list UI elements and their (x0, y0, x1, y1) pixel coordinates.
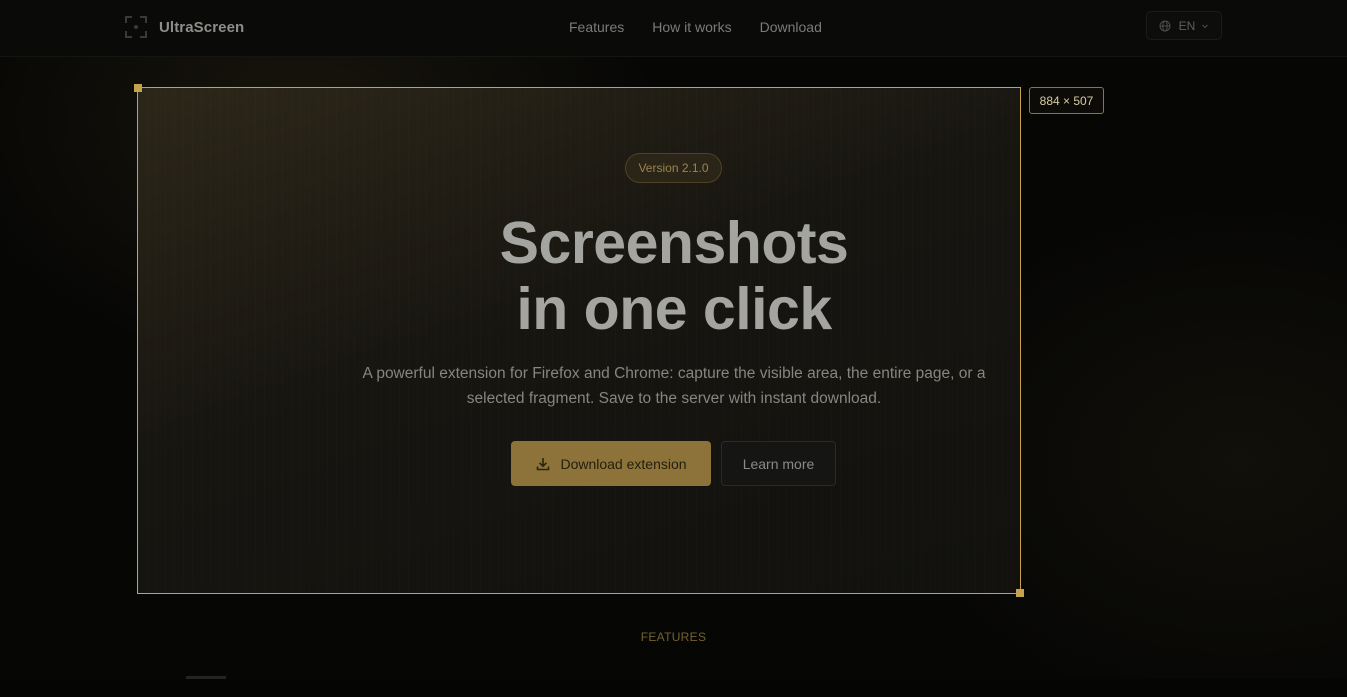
learn-more-button[interactable]: Learn more (721, 441, 836, 486)
logo-text: UltraScreen (159, 18, 245, 36)
features-heading-clipped (374, 667, 914, 697)
main-nav: Features How it works Download (569, 19, 850, 35)
language-selector[interactable]: EN (1146, 11, 1222, 40)
resize-handle-top-left[interactable] (134, 84, 142, 92)
nav-features[interactable]: Features (569, 19, 624, 35)
features-section-label: FEATURES (640, 630, 707, 644)
version-badge: Version 2.1.0 (625, 153, 722, 183)
download-extension-button[interactable]: Download extension (511, 441, 711, 486)
download-extension-label: Download extension (560, 455, 687, 472)
language-label: EN (1178, 18, 1196, 33)
resize-handle-bottom-right[interactable] (1016, 589, 1024, 597)
learn-more-label: Learn more (742, 455, 815, 472)
hero-title: Screenshots in one click (337, 210, 1011, 342)
features-heading-fragment (374, 667, 914, 697)
logo[interactable]: UltraScreen (125, 14, 244, 40)
nav-how-it-works[interactable]: How it works (652, 19, 731, 35)
nav-download[interactable]: Download (760, 19, 822, 35)
selection-size-badge: 884 × 507 (1029, 87, 1104, 114)
hero-subtitle: A powerful extension for Firefox and Chr… (362, 365, 986, 407)
chevron-down-icon (1201, 22, 1209, 30)
capture-frame-icon (125, 16, 147, 38)
hero-title-line-2: in one click (516, 276, 832, 342)
download-icon (535, 456, 551, 472)
globe-icon (1159, 20, 1171, 32)
site-header: UltraScreen Features How it works Downlo… (0, 0, 1347, 57)
hero-title-line-1: Screenshots (499, 210, 849, 276)
